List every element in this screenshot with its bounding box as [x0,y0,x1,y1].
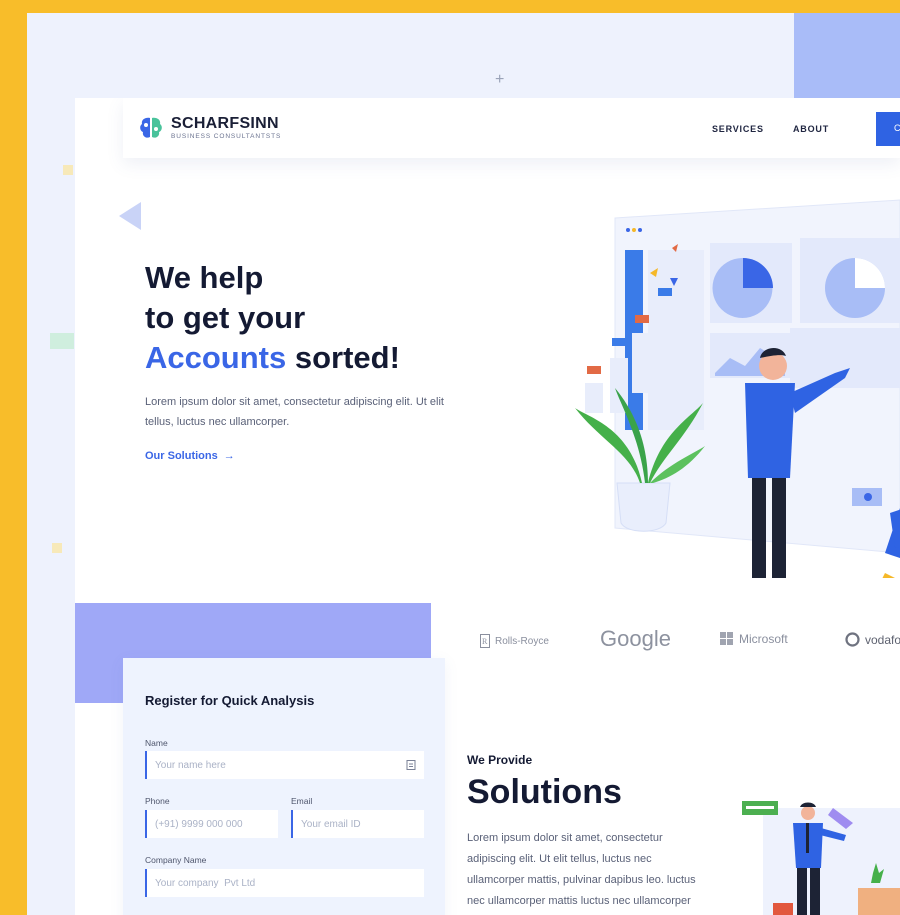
brand-name: SCHARFSINN [171,115,279,132]
brand-microsoft: Microsoft [720,632,788,646]
email-input[interactable] [293,810,424,838]
brand-rolls-royce-label: Rolls-Royce [495,635,549,647]
mockup-canvas: + SCHARFSINN BUSINESS CONSULTANTSTS SERV… [27,13,900,915]
brand-logo[interactable]: SCHARFSINN BUSINESS CONSULTANTSTS [137,114,281,142]
our-solutions-label: Our Solutions [145,450,218,462]
hero-accent-word: Accounts [145,340,287,375]
brand-tagline: BUSINESS CONSULTANTSTS [171,133,282,140]
our-solutions-link[interactable]: Our Solutions → [145,450,235,462]
provide-title: Solutions [467,773,622,811]
company-field-wrapper [145,869,424,897]
contact-card-icon [406,760,416,770]
hero-line-3-rest: sorted! [286,340,400,375]
microsoft-logo-icon [720,632,733,645]
brand-microsoft-label: Microsoft [739,632,788,646]
nav-cta-button[interactable]: C [876,112,900,146]
provide-description: Lorem ipsum dolor sit amet, consectetur … [467,832,696,907]
nav-item-services[interactable]: SERVICES [712,124,764,134]
phone-input[interactable] [147,810,278,838]
brain-logo-icon [140,117,162,138]
decorative-triangle [119,202,141,230]
decorative-plus-icon: + [495,71,505,88]
hero-line-1: We help [145,260,264,295]
name-field-wrapper [145,751,424,779]
decorative-blue-block [794,13,900,99]
vodafone-logo-icon [845,632,860,647]
register-title: Register for Quick Analysis [145,693,315,708]
hero-illustration [575,199,900,578]
brand-vodafone-label: vodafo [865,632,900,647]
decorative-confetti [52,543,62,553]
company-label: Company Name [145,855,207,865]
phone-field-wrapper [145,810,278,838]
nav-item-about[interactable]: ABOUT [793,124,829,134]
company-input[interactable] [147,869,424,897]
landing-page: SCHARFSINN BUSINESS CONSULTANTSTS SERVIC… [75,98,900,915]
brand-google-label: Google [600,626,671,651]
brand-rolls-royce: R Rolls-Royce [480,634,549,648]
arrow-right-icon: → [223,450,235,462]
svg-text:R: R [482,637,488,646]
register-card: Register for Quick Analysis Name Phone E… [123,658,445,915]
top-navbar: SCHARFSINN BUSINESS CONSULTANTSTS SERVIC… [123,98,900,158]
decorative-confetti [63,165,73,175]
hero-description: Lorem ipsum dolor sit amet, consectetur … [145,396,444,428]
hero-heading: We help to get your Accounts sorted! [145,258,400,378]
decorative-confetti [50,333,74,349]
brand-google: Google [600,626,671,652]
email-field-wrapper [291,810,424,838]
brand-vodafone: vodafo [845,632,900,647]
provide-kicker: We Provide [467,753,533,767]
name-input[interactable] [147,751,424,779]
email-label: Email [291,796,313,806]
phone-label: Phone [145,796,170,806]
name-label: Name [145,738,168,748]
client-logos: R Rolls-Royce Google Microsoft vodafo [475,626,900,656]
hero-line-2: to get your [145,300,306,335]
rolls-royce-logo-icon: R [480,634,490,648]
solutions-illustration [742,801,900,915]
hero-line-3: Accounts sorted! [145,338,400,378]
